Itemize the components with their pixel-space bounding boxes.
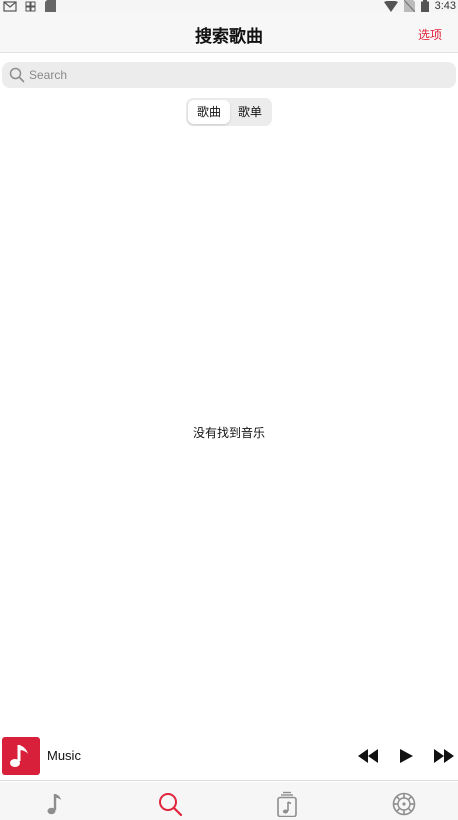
segmented-control: 歌曲 歌单 xyxy=(186,98,272,126)
status-bar-left xyxy=(3,0,57,12)
segment-playlists[interactable]: 歌单 xyxy=(229,100,271,124)
status-time: 3:43 xyxy=(434,0,456,12)
status-bar-right: 3:43 xyxy=(383,0,456,12)
music-note-icon xyxy=(10,745,28,767)
tab-bar xyxy=(0,782,458,820)
empty-state-message: 没有找到音乐 xyxy=(192,426,265,440)
tab-playlist-icon[interactable] xyxy=(274,791,300,817)
tab-search-icon[interactable] xyxy=(157,791,183,817)
search-icon xyxy=(9,67,25,83)
fast-forward-icon[interactable] xyxy=(433,747,455,765)
page-title: 搜索歌曲 xyxy=(195,27,263,47)
no-sim-icon xyxy=(403,0,415,12)
now-playing-title: Music xyxy=(47,748,81,763)
navigation-bar: 搜索歌曲 选项 xyxy=(0,12,458,53)
album-art[interactable] xyxy=(2,737,40,775)
battery-icon xyxy=(420,0,429,12)
sd-card-icon xyxy=(45,0,56,12)
segment-songs[interactable]: 歌曲 xyxy=(188,100,230,124)
grid-icon xyxy=(25,1,36,11)
tab-music-note-icon[interactable] xyxy=(41,791,67,817)
options-button[interactable]: 选项 xyxy=(418,26,442,43)
mini-player[interactable]: Music xyxy=(0,733,458,781)
rewind-icon[interactable] xyxy=(357,747,379,765)
tab-settings-gear-icon[interactable] xyxy=(391,791,417,817)
wifi-icon xyxy=(383,0,398,12)
status-bar: 3:43 xyxy=(0,0,458,12)
search-input[interactable] xyxy=(29,62,429,88)
search-bar[interactable] xyxy=(2,62,456,88)
play-icon[interactable] xyxy=(398,747,414,765)
mail-icon xyxy=(3,0,17,12)
